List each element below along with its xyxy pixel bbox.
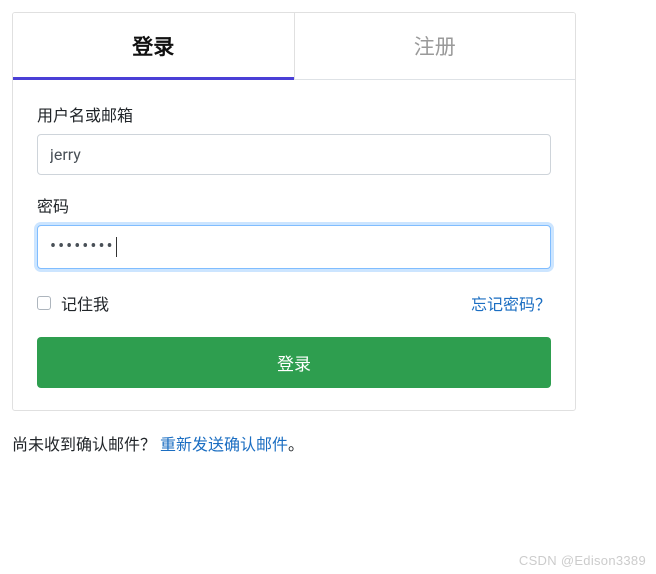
login-form: 用户名或邮箱 密码 •••••••• 记住我 忘记密码？ 登录	[13, 80, 575, 410]
resend-confirmation-link[interactable]: 重新发送确认邮件	[160, 435, 288, 454]
username-group: 用户名或邮箱	[37, 102, 551, 175]
password-label: 密码	[37, 193, 551, 217]
username-input[interactable]	[37, 134, 551, 175]
password-group: 密码 ••••••••	[37, 193, 551, 269]
watermark: CSDN @Edison3389	[519, 553, 646, 568]
tab-login[interactable]: 登录	[13, 13, 294, 79]
text-caret	[116, 237, 117, 257]
resend-prompt: 尚未收到确认邮件？	[12, 435, 160, 454]
username-label: 用户名或邮箱	[37, 102, 551, 126]
options-row: 记住我 忘记密码？	[37, 291, 551, 315]
remember-label: 记住我	[61, 291, 109, 315]
remember-checkbox[interactable]	[37, 296, 51, 310]
password-masked-value: ••••••••	[50, 236, 115, 258]
password-input[interactable]: ••••••••	[37, 225, 551, 269]
login-card: 登录 注册 用户名或邮箱 密码 •••••••• 记住我 忘记密码？ 登录	[12, 12, 576, 411]
resend-period: 。	[288, 435, 304, 454]
remember-wrap: 记住我	[37, 291, 109, 315]
resend-footer: 尚未收到确认邮件？ 重新发送确认邮件。	[12, 431, 644, 455]
login-button[interactable]: 登录	[37, 337, 551, 388]
forgot-password-link[interactable]: 忘记密码？	[471, 291, 551, 315]
tab-register[interactable]: 注册	[294, 13, 576, 79]
auth-tabs: 登录 注册	[13, 13, 575, 80]
